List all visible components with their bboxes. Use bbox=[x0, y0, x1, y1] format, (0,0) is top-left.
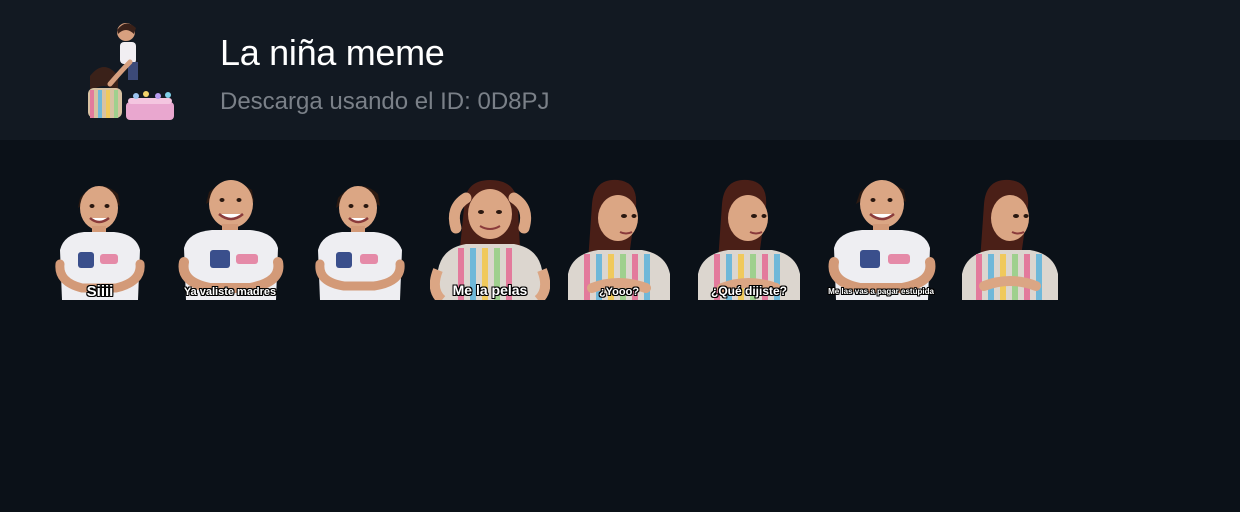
sticker-2[interactable]: Ya valiste madres bbox=[176, 178, 284, 300]
sticker-3[interactable] bbox=[314, 178, 406, 300]
sticker-7[interactable]: Me las vas a pagar estúpida bbox=[826, 178, 936, 300]
pack-thumbnail[interactable] bbox=[80, 18, 180, 122]
sticker-6[interactable]: ¿Qué dijiste? bbox=[692, 178, 806, 300]
sticker-7-image bbox=[828, 180, 936, 300]
sticker-2-image bbox=[178, 180, 284, 300]
sticker-8-image bbox=[962, 179, 1058, 300]
sticker-1[interactable]: Siiii bbox=[54, 178, 146, 300]
sticker-1-caption: Siiii bbox=[86, 283, 114, 300]
sticker-5-image bbox=[568, 179, 670, 300]
sticker-6-image bbox=[698, 179, 800, 300]
sticker-5-caption: ¿Yooo? bbox=[598, 286, 640, 298]
sticker-1-image bbox=[55, 185, 145, 300]
sticker-3-image bbox=[315, 185, 405, 300]
sticker-2-caption: Ya valiste madres bbox=[183, 286, 277, 298]
sticker-4-caption: Me la pelas bbox=[452, 282, 528, 298]
sticker-6-caption: ¿Qué dijiste? bbox=[710, 284, 787, 298]
sticker-grid: Siiii Ya valiste madres Me la pelas ¿Yoo… bbox=[0, 140, 1240, 512]
sticker-7-caption: Me las vas a pagar estúpida bbox=[828, 287, 934, 296]
sticker-4[interactable]: Me la pelas bbox=[430, 178, 550, 300]
pack-title: La niña meme bbox=[220, 32, 445, 73]
sticker-8[interactable] bbox=[960, 178, 1060, 300]
pack-download-id: Descarga usando el ID: 0D8PJ bbox=[220, 88, 550, 115]
pack-header: La niña meme Descarga usando el ID: 0D8P… bbox=[0, 0, 1240, 140]
sticker-5[interactable]: ¿Yooo? bbox=[562, 178, 676, 300]
